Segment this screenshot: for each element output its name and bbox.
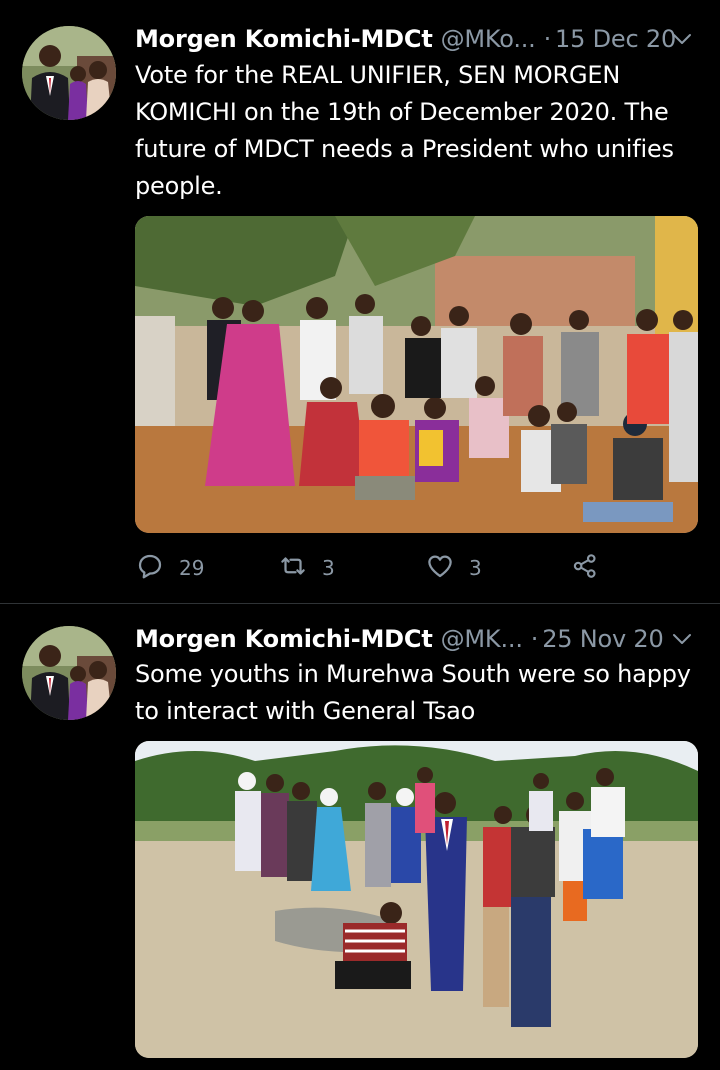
retweet-button[interactable]: 3 <box>278 551 335 585</box>
retweet-count: 3 <box>322 556 335 580</box>
separator: · <box>543 25 552 53</box>
tweet-date[interactable]: 15 Dec 20 <box>555 25 676 53</box>
share-icon <box>570 551 600 586</box>
tweet-header: Morgen Komichi-MDCt @MK... · 25 Nov 20 <box>135 621 698 657</box>
chevron-down-icon[interactable] <box>670 27 694 51</box>
avatar[interactable] <box>22 26 116 120</box>
author-handle[interactable]: @MKo... <box>441 25 536 53</box>
chevron-down-icon[interactable] <box>670 627 694 651</box>
share-button[interactable] <box>570 551 600 585</box>
avatar[interactable] <box>22 626 116 720</box>
reply-button[interactable]: 29 <box>135 551 204 585</box>
separator: · <box>530 625 539 653</box>
like-icon <box>425 551 455 586</box>
tweet-2[interactable]: Morgen Komichi-MDCt @MK... · 25 Nov 20 S… <box>0 604 720 1070</box>
tweet-text: Vote for the REAL UNIFIER, SEN MORGEN KO… <box>135 61 674 200</box>
reply-icon <box>135 551 165 586</box>
tweet-actions: 29 3 3 <box>135 551 605 585</box>
like-count: 3 <box>469 556 482 580</box>
tweet-date[interactable]: 25 Nov 20 <box>542 625 664 653</box>
author-handle[interactable]: @MK... <box>441 625 523 653</box>
author-name[interactable]: Morgen Komichi-MDCt <box>135 25 433 53</box>
author-name[interactable]: Morgen Komichi-MDCt <box>135 625 433 653</box>
tweet-1[interactable]: Morgen Komichi-MDCt @MKo... · 15 Dec 20 … <box>0 0 720 604</box>
tweet-image[interactable] <box>135 216 698 533</box>
tweet-text: Some youths in Murehwa South were so hap… <box>135 660 691 725</box>
like-button[interactable]: 3 <box>425 551 482 585</box>
tweet-header: Morgen Komichi-MDCt @MKo... · 15 Dec 20 <box>135 21 698 57</box>
reply-count: 29 <box>179 556 205 580</box>
tweet-image[interactable] <box>135 741 698 1058</box>
retweet-icon <box>278 551 308 586</box>
